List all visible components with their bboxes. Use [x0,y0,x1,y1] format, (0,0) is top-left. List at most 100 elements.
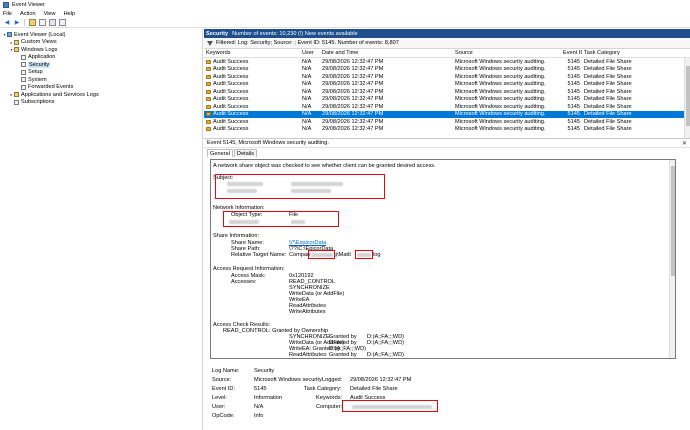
share-label: Share Information: [213,233,260,239]
task-category-cell: Detailed File Share [584,81,632,88]
tree-item-custom-views[interactable]: ▸ Custom Views [0,39,202,47]
computer-icon [7,32,12,38]
menu-help[interactable]: Help [64,11,76,17]
task-category-value: Detailed File Share [350,386,398,392]
tree-item-applications-and-services-logs[interactable]: ▸ Applications and Services Logs [0,91,202,99]
tree-item-label: Forwarded Events [28,84,74,91]
tab-details[interactable]: Details [233,149,258,157]
menu-file[interactable]: File [3,11,12,17]
keywords-label: Keywords: [316,395,343,401]
relative-target-label: Relative Target Name: [231,252,287,258]
keywords-cell: Audit Success [204,81,300,87]
column-keywords[interactable]: Keywords [204,50,300,56]
table-row[interactable]: Audit Success N/A 29/08/2026 12:32:47 PM Mi… [204,118,690,126]
key-icon [206,97,211,102]
menu-action[interactable]: Action [20,11,36,17]
user-cell: N/A [302,66,312,73]
user-cell: N/A [302,96,312,103]
scroll-thumb[interactable] [671,166,675,276]
forward-arrow-icon[interactable]: ▶ [13,19,21,27]
source-label: Source: [212,377,232,383]
date-cell: 29/08/2026 12:32:47 PM [322,88,384,95]
tree-item-label: Application [28,54,56,61]
table-row[interactable]: Audit Success N/A 29/08/2026 12:32:47 PM Mi… [204,58,690,66]
relative-target-prefix: Compan [289,252,311,258]
table-row[interactable]: Audit Success N/A 29/08/2026 12:32:47 PM Mi… [204,126,690,134]
event-id-cell: 5145 [567,118,580,125]
keywords-cell: Audit Success [204,74,300,80]
description-scrollbar[interactable] [669,160,675,358]
table-row[interactable]: Audit Success N/A 29/08/2026 12:32:47 PM Mi… [204,81,690,89]
column-event-id[interactable]: Event ID [561,50,582,56]
key-icon [206,104,211,109]
tree-item-label: Applications and Services Logs [21,91,99,98]
table-row[interactable]: Audit Success N/A 29/08/2026 12:32:47 PM Mi… [204,110,690,118]
event-id-cell: 5145 [567,58,580,65]
table-row[interactable]: Audit Success N/A 29/08/2026 12:32:47 PM Mi… [204,88,690,96]
main-pane: Security Number of events: 10,230 (!) Ne… [204,29,690,430]
event-viewer-icon [3,1,9,8]
tree-item-event-viewer-local-[interactable]: ▾ Event Viewer (Local) [0,31,202,39]
table-row[interactable]: Audit Success N/A 29/08/2026 12:32:47 PM Mi… [204,66,690,74]
back-arrow-icon[interactable]: ◀ [3,19,11,27]
log-name-label: Log Name: [212,368,240,374]
tree-item-label: Windows Logs [21,46,58,53]
highlight-box [308,250,335,259]
events-grid: Keywords User Date and Time Source Event… [204,49,690,139]
column-date-time[interactable]: Date and Time [320,50,453,56]
date-cell: 29/08/2026 12:32:47 PM [322,81,384,88]
user-cell: N/A [302,126,312,133]
help-icon[interactable] [48,19,56,27]
log-icon [21,54,26,60]
event-detail: Event 5145, Microsoft Windows security a… [204,139,690,430]
event-id-cell: 5145 [567,111,580,118]
toolbar: ◀ ▶ [0,18,690,28]
filter-text: Filtered: Log: Security; Source: ; Event… [216,40,399,46]
log-header: Security Number of events: 10,230 (!) Ne… [204,29,690,38]
task-category-cell: Detailed File Share [584,111,632,118]
table-row[interactable]: Audit Success N/A 29/08/2026 12:32:47 PM Mi… [204,96,690,104]
console-icon[interactable] [58,19,66,27]
key-icon [206,119,211,124]
tab-general[interactable]: General [207,149,233,157]
table-row[interactable]: Audit Success N/A 29/08/2026 12:32:47 PM Mi… [204,73,690,81]
tree-item-subscriptions[interactable]: Subscriptions [0,99,202,107]
tree-item-security[interactable]: Security [0,61,202,69]
close-icon[interactable]: ✕ [682,140,687,147]
tree-item-setup[interactable]: Setup [0,69,202,77]
column-source[interactable]: Source [453,50,561,56]
folder-icon[interactable] [28,19,36,27]
column-user[interactable]: User [300,50,320,56]
column-task-category[interactable]: Task Category [582,50,678,56]
user-cell: N/A [302,58,312,65]
user-cell: N/A [302,118,312,125]
task-category-label: Task Category: [304,386,342,392]
keywords-cell: Audit Success [204,119,300,125]
detail-tabs: General Details [204,148,690,157]
tree-item-application[interactable]: Application [0,54,202,62]
tree-item-windows-logs[interactable]: ▾ Windows Logs [0,46,202,54]
tree-item-label: Event Viewer (Local) [14,31,66,38]
properties-icon[interactable] [38,19,46,27]
date-cell: 29/08/2026 12:32:47 PM [322,96,384,103]
source-cell: Microsoft Windows security auditing. [455,58,546,65]
filter-bar: Filtered: Log: Security; Source: ; Event… [204,38,690,49]
user-cell: N/A [302,111,312,118]
grid-rows: Audit Success N/A 29/08/2026 12:32:47 PM Mi… [204,58,690,133]
source-cell: Microsoft Windows security auditing. [455,88,546,95]
source-value: Microsoft Windows security [254,377,322,383]
event-description[interactable]: A network share object was checked to se… [210,159,676,359]
tree-item-system[interactable]: System [0,76,202,84]
task-category-cell: Detailed File Share [584,96,632,103]
task-category-cell: Detailed File Share [584,103,632,110]
keywords-cell: Audit Success [204,111,300,117]
key-icon [206,89,211,94]
table-row[interactable]: Audit Success N/A 29/08/2026 12:32:47 PM Mi… [204,103,690,111]
menu-view[interactable]: View [44,11,56,17]
grid-scrollbar[interactable] [684,58,690,138]
scroll-thumb[interactable] [686,66,690,126]
date-cell: 29/08/2026 12:32:47 PM [322,66,384,73]
tree-item-label: Subscriptions [21,99,55,106]
tree-item-forwarded-events[interactable]: Forwarded Events [0,84,202,92]
user-cell: N/A [302,88,312,95]
